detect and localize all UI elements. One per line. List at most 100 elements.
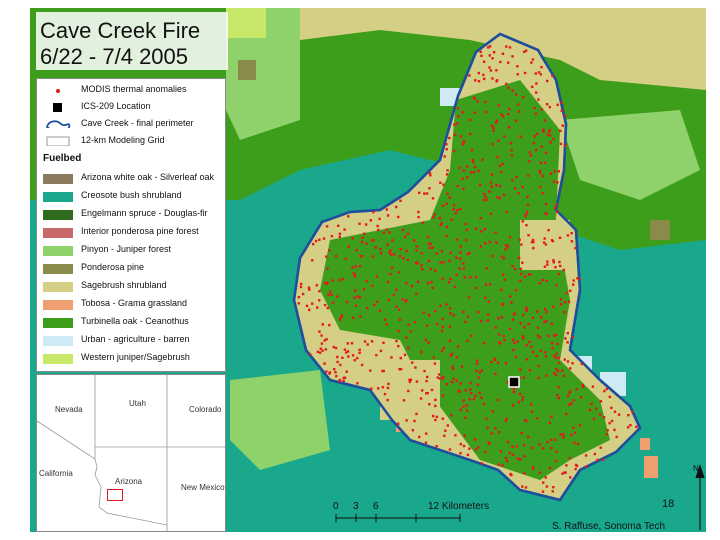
thermal-anomaly-dot [438, 216, 442, 220]
thermal-anomaly-dot [530, 61, 533, 64]
thermal-anomaly-dot [485, 417, 488, 420]
thermal-anomaly-dot [360, 254, 364, 258]
thermal-anomaly-dot [552, 259, 555, 262]
thermal-anomaly-dot [376, 224, 379, 228]
fuelbed-label: Western juniper/Sagebrush [81, 352, 190, 362]
thermal-anomaly-dot [390, 356, 393, 359]
dot-icon [56, 89, 60, 93]
fuelbed-swatch [43, 336, 73, 346]
thermal-anomaly-dot [308, 308, 311, 312]
thermal-anomaly-dot [504, 419, 507, 422]
thermal-anomaly-dot [555, 352, 558, 356]
thermal-anomaly-dot [508, 107, 511, 111]
thermal-anomaly-dot [445, 303, 448, 306]
thermal-anomaly-dot [521, 395, 524, 399]
thermal-anomaly-dot [557, 397, 560, 400]
thermal-anomaly-dot [495, 241, 498, 244]
thermal-anomaly-dot [453, 133, 457, 136]
thermal-anomaly-dot [450, 414, 453, 417]
thermal-anomaly-dot [532, 142, 536, 145]
thermal-anomaly-dot [434, 404, 437, 408]
thermal-anomaly-dot [555, 450, 558, 453]
thermal-anomaly-dot [392, 253, 396, 256]
thermal-anomaly-dot [521, 398, 524, 402]
thermal-anomaly-dot [551, 341, 554, 345]
thermal-anomaly-dot [411, 429, 415, 432]
thermal-anomaly-dot [537, 364, 540, 368]
thermal-anomaly-dot [545, 485, 549, 488]
thermal-anomaly-dot [441, 277, 444, 280]
thermal-anomaly-dot [531, 316, 535, 319]
thermal-anomaly-dot [506, 440, 510, 444]
thermal-anomaly-dot [338, 279, 341, 282]
thermal-anomaly-dot [458, 166, 461, 169]
thermal-anomaly-dot [327, 293, 330, 297]
thermal-anomaly-dot [323, 303, 327, 307]
thermal-anomaly-dot [441, 377, 445, 380]
ics-209-marker [508, 376, 520, 388]
thermal-anomaly-dot [405, 336, 408, 339]
thermal-anomaly-dot [615, 435, 618, 439]
thermal-anomaly-dot [316, 350, 320, 353]
thermal-anomaly-dot [459, 382, 463, 385]
thermal-anomaly-dot [463, 276, 467, 279]
thermal-anomaly-dot [434, 398, 437, 402]
thermal-anomaly-dot [453, 285, 457, 289]
thermal-anomaly-dot [509, 295, 512, 298]
thermal-anomaly-dot [330, 235, 334, 238]
thermal-anomaly-dot [353, 273, 356, 276]
thermal-anomaly-dot [428, 314, 431, 317]
thermal-anomaly-dot [480, 54, 483, 57]
thermal-anomaly-dot [504, 248, 507, 251]
thermal-anomaly-dot [497, 431, 501, 434]
thermal-anomaly-dot [452, 149, 456, 153]
thermal-anomaly-dot [552, 305, 555, 308]
thermal-anomaly-dot [531, 85, 534, 88]
thermal-anomaly-dot [434, 418, 437, 422]
thermal-anomaly-dot [572, 279, 575, 282]
thermal-anomaly-dot [568, 390, 572, 393]
thermal-anomaly-dot [559, 142, 563, 146]
thermal-anomaly-dot [499, 60, 502, 64]
thermal-anomaly-dot [626, 426, 630, 429]
thermal-anomaly-dot [528, 160, 531, 163]
fuelbed-swatch [43, 192, 73, 202]
thermal-anomaly-dot [361, 236, 364, 239]
thermal-anomaly-dot [496, 155, 499, 159]
thermal-anomaly-dot [512, 391, 516, 394]
thermal-anomaly-dot [338, 235, 341, 238]
thermal-anomaly-dot [450, 380, 454, 384]
fuelbed-item: Urban - agriculture - barren [37, 333, 225, 351]
thermal-anomaly-dot [326, 281, 329, 284]
thermal-anomaly-dot [571, 362, 574, 365]
thermal-anomaly-dot [323, 339, 326, 342]
thermal-anomaly-dot [482, 342, 486, 345]
thermal-anomaly-dot [448, 196, 451, 199]
thermal-anomaly-dot [557, 170, 560, 173]
thermal-anomaly-dot [402, 399, 406, 402]
thermal-anomaly-dot [518, 392, 522, 396]
thermal-anomaly-dot [566, 234, 570, 237]
thermal-anomaly-dot [441, 349, 444, 353]
thermal-anomaly-dot [526, 195, 529, 199]
thermal-anomaly-dot [500, 255, 504, 258]
thermal-anomaly-dot [386, 243, 389, 246]
thermal-anomaly-dot [579, 396, 583, 399]
thermal-anomaly-dot [477, 80, 481, 83]
thermal-anomaly-dot [428, 172, 432, 175]
thermal-anomaly-dot [527, 273, 531, 276]
thermal-anomaly-dot [556, 103, 559, 106]
thermal-anomaly-dot [548, 105, 551, 109]
thermal-anomaly-dot [578, 278, 581, 281]
thermal-anomaly-dot [548, 421, 551, 424]
thermal-anomaly-dot [474, 79, 477, 82]
thermal-anomaly-dot [369, 369, 372, 372]
thermal-anomaly-dot [446, 192, 449, 195]
thermal-anomaly-dot [336, 360, 339, 364]
thermal-anomaly-dot [480, 369, 484, 372]
thermal-anomaly-dot [526, 203, 530, 207]
thermal-anomaly-dot [544, 243, 548, 246]
thermal-anomaly-dot [354, 289, 357, 292]
thermal-anomaly-dot [476, 359, 479, 362]
thermal-anomaly-dot [540, 145, 543, 148]
